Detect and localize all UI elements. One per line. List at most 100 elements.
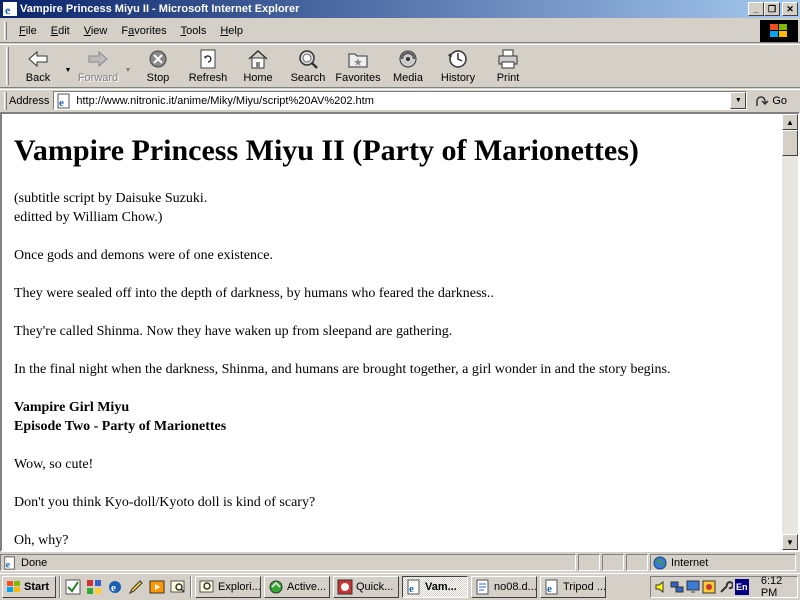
address-grip <box>4 91 7 110</box>
scroll-thumb[interactable] <box>782 130 798 156</box>
window-title: Vampire Princess Miyu II - Microsoft Int… <box>20 3 300 15</box>
minimize-icon: _ <box>753 3 759 14</box>
stop-button[interactable]: Stop <box>133 45 183 87</box>
search-button[interactable]: Search <box>283 45 333 87</box>
menu-edit[interactable]: Edit <box>44 25 77 37</box>
menu-view[interactable]: View <box>77 25 115 37</box>
printer-icon <box>497 48 519 70</box>
ie-icon: e <box>3 2 17 17</box>
paragraph: Oh, why? <box>14 533 69 548</box>
monitor-icon[interactable] <box>686 579 700 595</box>
restore-icon: ❐ <box>767 3 777 14</box>
system-tray: En 6:12 PM <box>650 575 798 599</box>
svg-text:e: e <box>111 582 116 594</box>
history-button[interactable]: History <box>433 45 483 87</box>
favorites-button[interactable]: Favorites <box>333 45 383 87</box>
forward-arrow-icon <box>87 48 109 70</box>
task-button-vampire[interactable]: e Vam... <box>402 576 468 598</box>
quick-launch: e <box>64 578 187 596</box>
status-bar: e Done Internet <box>0 553 800 572</box>
home-button[interactable]: Home <box>233 45 283 87</box>
start-label: Start <box>24 581 50 593</box>
status-panel <box>626 554 648 571</box>
page-heading: Vampire Princess Miyu II (Party of Mario… <box>14 134 639 167</box>
tray-tool-icon[interactable] <box>719 579 733 595</box>
status-panel <box>602 554 624 571</box>
windows-logo-icon <box>760 20 798 42</box>
security-zone: Internet <box>650 554 796 571</box>
menu-grip <box>4 21 7 40</box>
scroll-down-icon[interactable]: ▼ <box>782 534 798 550</box>
taskbar-separator <box>190 576 192 598</box>
scroll-up-icon[interactable]: ▲ <box>782 114 798 130</box>
menu-help[interactable]: Help <box>213 25 250 37</box>
address-input[interactable]: e http://www.nitronic.it/anime/Miky/Miyu… <box>53 91 748 110</box>
quicklaunch-ie-icon[interactable]: e <box>106 578 124 596</box>
svg-text:e: e <box>5 3 11 17</box>
activesync-icon <box>269 580 283 594</box>
forward-button[interactable]: Forward <box>73 45 123 87</box>
go-label: Go <box>772 94 788 107</box>
page-icon: e <box>57 93 70 109</box>
close-button[interactable]: ✕ <box>782 2 798 16</box>
quicklaunch-check-icon[interactable] <box>64 578 82 596</box>
task-button-tripod[interactable]: e Tripod ... <box>540 576 606 598</box>
paragraph: Wow, so cute! <box>14 457 94 472</box>
document-icon <box>476 579 489 595</box>
forward-dropdown-icon[interactable]: ▼ <box>123 45 133 87</box>
speaker-icon[interactable] <box>654 579 668 595</box>
close-icon: ✕ <box>786 3 794 14</box>
print-button[interactable]: Print <box>483 45 533 87</box>
start-button[interactable]: Start <box>2 576 56 598</box>
restore-button[interactable]: ❐ <box>764 2 780 16</box>
quicktime-icon <box>337 579 353 595</box>
language-indicator[interactable]: En <box>734 579 749 595</box>
address-dropdown-icon[interactable]: ▼ <box>730 92 747 109</box>
menu-favorites[interactable]: Favorites <box>114 25 173 37</box>
quicklaunch-media-icon[interactable] <box>148 578 166 596</box>
refresh-icon <box>197 48 219 70</box>
svg-text:e: e <box>59 97 64 109</box>
paragraph: Once gods and demons were of one existen… <box>14 248 273 263</box>
taskbar-separator <box>59 576 61 598</box>
quicklaunch-search-icon[interactable] <box>169 578 187 596</box>
vertical-scrollbar[interactable]: ▲ ▼ <box>782 114 798 550</box>
menu-file[interactable]: File <box>12 25 44 37</box>
task-button-no08[interactable]: no08.d... <box>471 576 537 598</box>
quicklaunch-pencil-icon[interactable] <box>127 578 145 596</box>
home-icon <box>247 48 269 70</box>
clock[interactable]: 6:12 PM <box>761 575 797 599</box>
taskbar: Start e Explori... Active... Quick... e … <box>0 573 800 600</box>
globe-icon <box>653 556 667 569</box>
task-button-quick[interactable]: Quick... <box>333 576 399 598</box>
title-bar: e Vampire Princess Miyu II - Microsoft I… <box>0 0 800 18</box>
minimize-button[interactable]: _ <box>748 2 764 16</box>
back-button[interactable]: Back <box>13 45 63 87</box>
status-main: e Done <box>0 554 576 571</box>
svg-text:e: e <box>6 559 11 570</box>
paragraph: Don't you think Kyo-doll/Kyoto doll is k… <box>14 495 316 510</box>
task-button-active[interactable]: Active... <box>264 576 330 598</box>
back-dropdown-icon[interactable]: ▼ <box>63 45 73 87</box>
menu-tools[interactable]: Tools <box>174 25 214 37</box>
windows-flag-icon <box>7 581 20 592</box>
episode-title: Vampire Girl Miyu Episode Two - Party of … <box>14 400 227 434</box>
toolbar-grip <box>6 47 9 85</box>
stop-icon <box>147 48 169 70</box>
tray-app-icon[interactable] <box>702 579 716 595</box>
ie-page-icon: e <box>407 579 420 595</box>
page-done-icon: e <box>4 555 15 570</box>
ie-page-icon: e <box>545 579 558 595</box>
address-bar: Address e http://www.nitronic.it/anime/M… <box>0 89 800 111</box>
paragraph: They're called Shinma. Now they have wak… <box>14 324 453 339</box>
network-icon[interactable] <box>670 579 684 595</box>
task-button-explorer[interactable]: Explori... <box>195 576 261 598</box>
favorites-folder-icon <box>347 48 369 70</box>
media-button[interactable]: Media <box>383 45 433 87</box>
standard-toolbar: Back ▼ Forward ▼ Stop Refresh Home Searc… <box>0 44 800 88</box>
address-url: http://www.nitronic.it/anime/Miky/Miyu/s… <box>76 94 374 107</box>
go-button[interactable]: Go <box>755 94 787 108</box>
quicklaunch-apps-icon[interactable] <box>85 578 103 596</box>
refresh-button[interactable]: Refresh <box>183 45 233 87</box>
history-icon <box>447 48 469 70</box>
